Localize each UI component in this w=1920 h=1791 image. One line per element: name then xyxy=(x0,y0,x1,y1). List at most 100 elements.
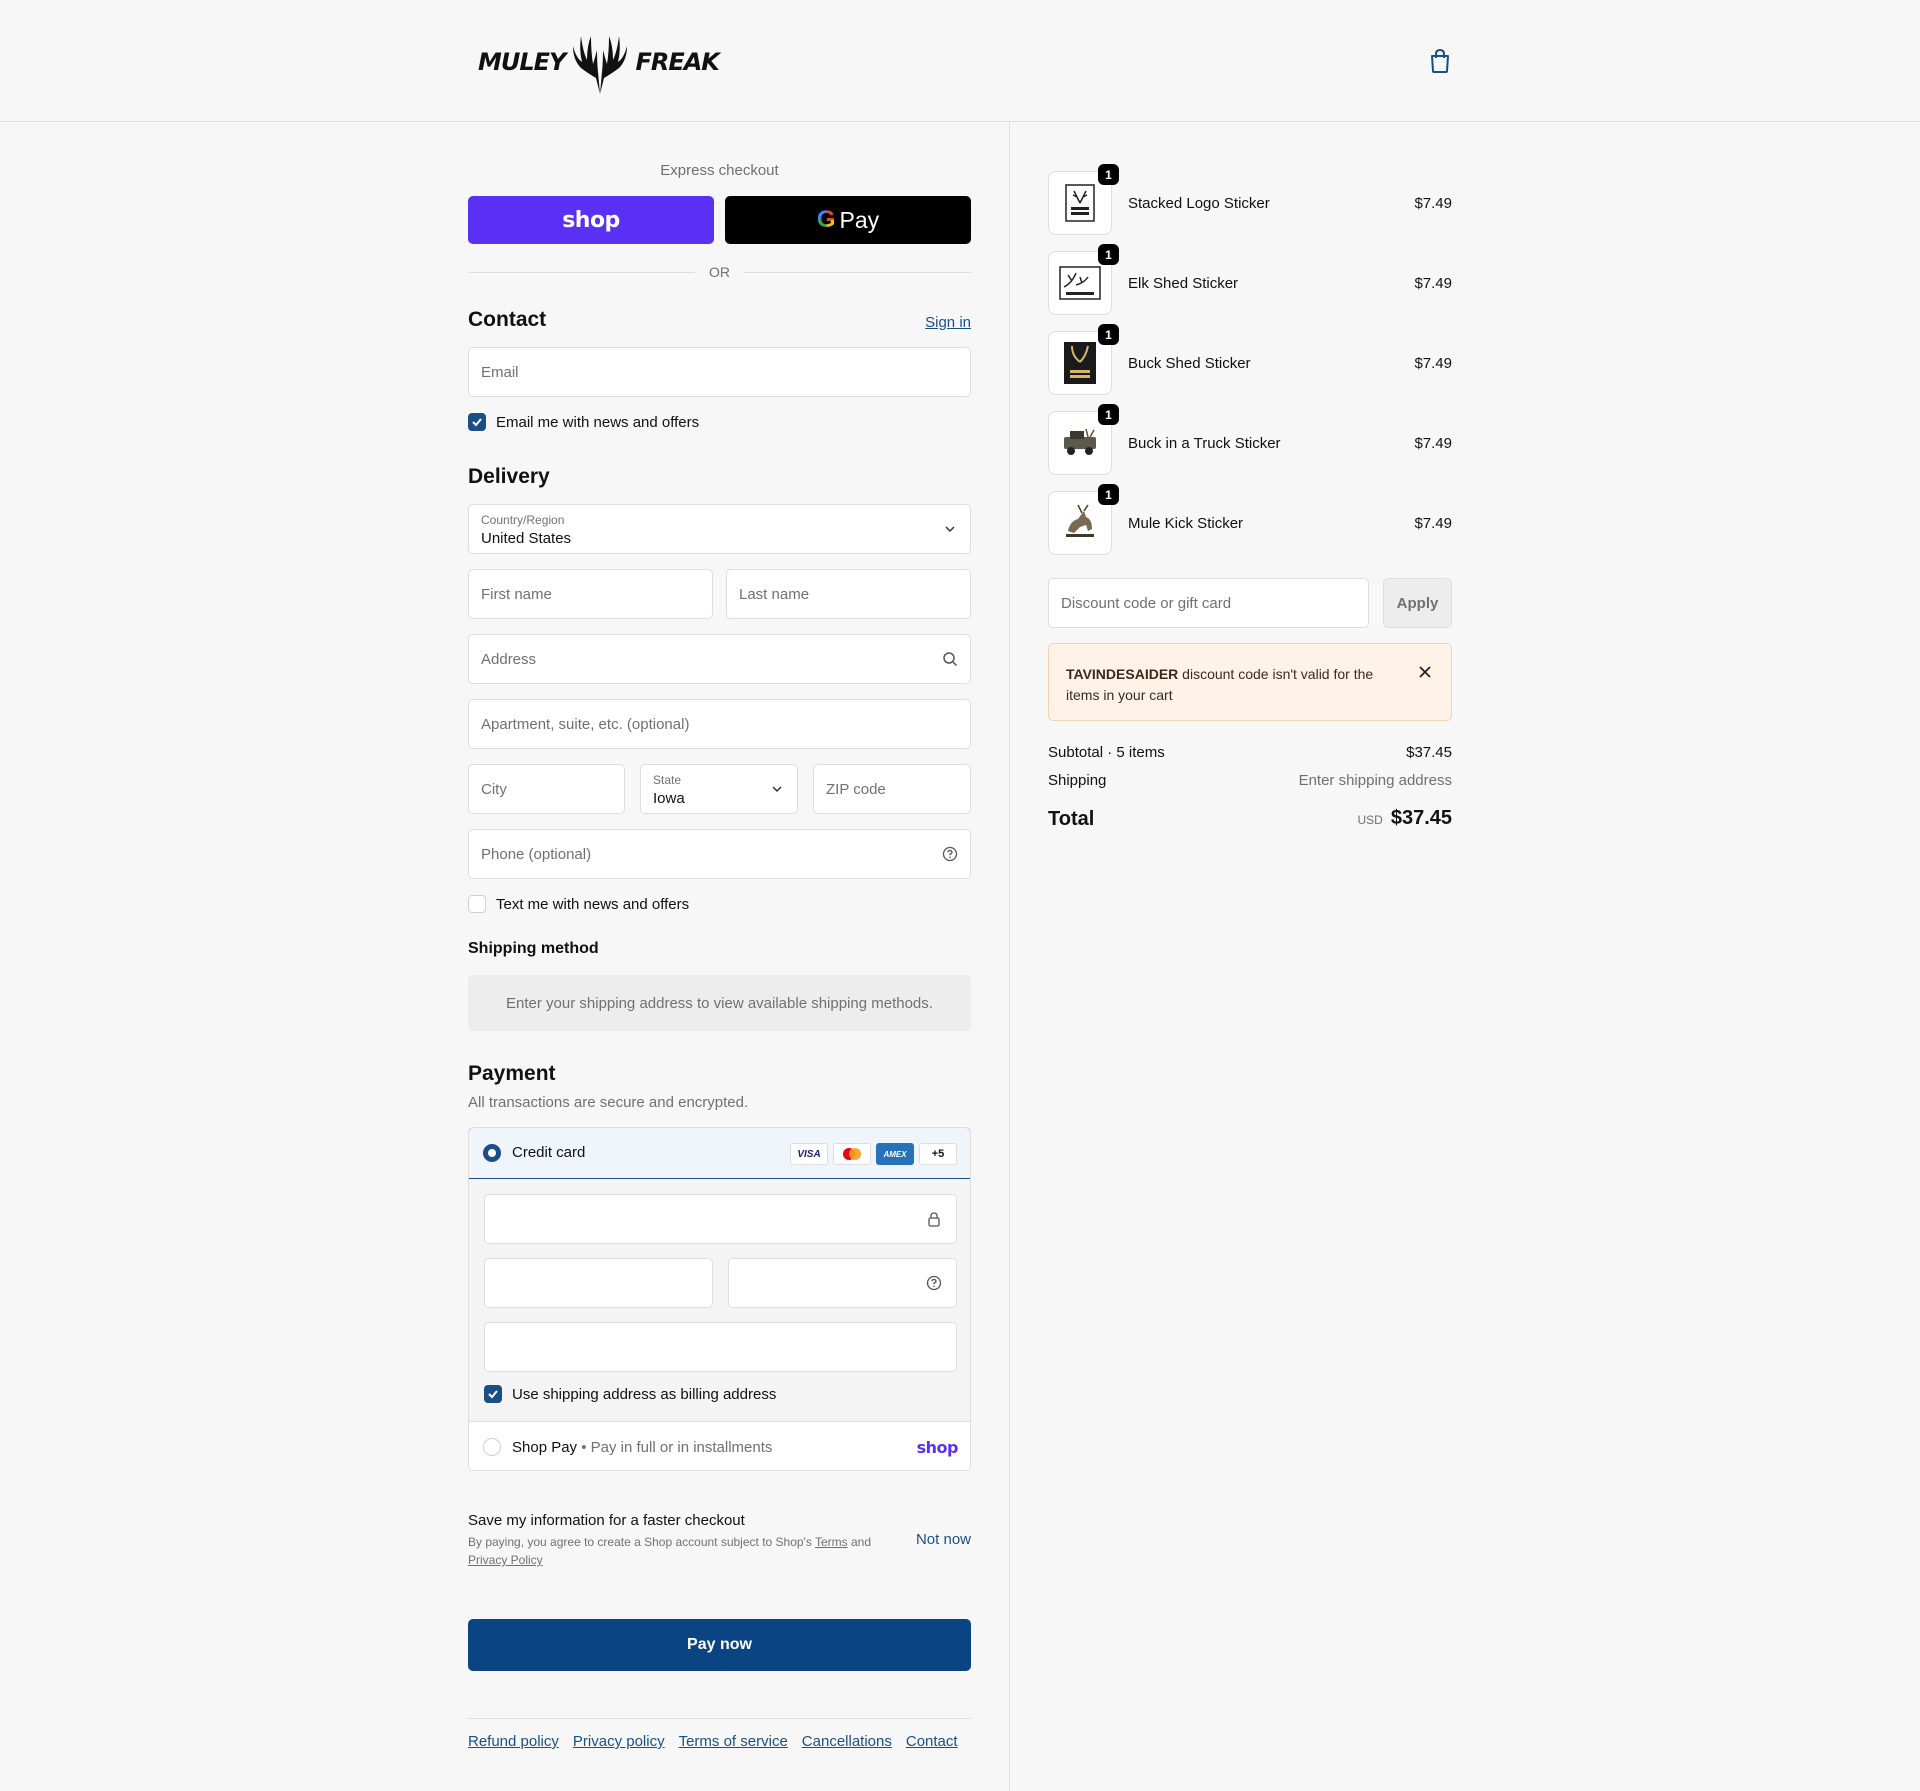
phone-placeholder: Phone (optional) xyxy=(481,846,592,863)
email-field[interactable]: Email xyxy=(468,347,971,397)
help-circle-icon[interactable] xyxy=(926,1275,942,1291)
shop-pay-label: Shop Pay xyxy=(512,1439,578,1456)
checkmark-icon xyxy=(472,418,482,427)
more-cards-label: +5 xyxy=(931,1148,945,1160)
save-info-disclaimer: By paying, you agree to create a Shop ac… xyxy=(468,1533,908,1569)
billing-address-option[interactable]: Use shipping address as billing address xyxy=(484,1385,776,1403)
billing-address-checkbox[interactable] xyxy=(484,1385,502,1403)
shop-pay-express-button[interactable]: shop xyxy=(468,196,714,244)
contact-link[interactable]: Contact xyxy=(906,1733,958,1750)
shipping-method-info: Enter your shipping address to view avai… xyxy=(468,975,971,1031)
zip-code-field[interactable]: ZIP code xyxy=(813,764,971,814)
cart-item: 1 Elk Shed Sticker $7.49 xyxy=(1048,244,1452,315)
country-value: United States xyxy=(481,530,572,547)
state-select[interactable]: State Iowa xyxy=(640,764,798,814)
payment-subtitle: All transactions are secure and encrypte… xyxy=(468,1094,749,1111)
cart-item: 1 Stacked Logo Sticker $7.49 xyxy=(1048,164,1452,235)
payment-methods: Credit card VISA AMEX +5 Use shipping ad… xyxy=(468,1127,971,1471)
state-value: Iowa xyxy=(653,790,685,807)
shipping-value: Enter shipping address xyxy=(1298,772,1452,789)
discount-placeholder: Discount code or gift card xyxy=(1061,595,1232,612)
pay-now-button[interactable]: Pay now xyxy=(468,1619,971,1671)
cart-item: 1 Mule Kick Sticker $7.49 xyxy=(1048,484,1452,555)
shop-pay-option[interactable]: Shop Pay • Pay in full or in installment… xyxy=(469,1421,970,1470)
cart-item: 1 Buck in a Truck Sticker $7.49 xyxy=(1048,404,1452,475)
amex-icon: AMEX xyxy=(876,1143,914,1165)
discount-code-field[interactable]: Discount code or gift card xyxy=(1048,578,1369,628)
or-divider: OR xyxy=(468,262,971,282)
checkmark-icon xyxy=(488,1390,498,1399)
apply-discount-button[interactable]: Apply xyxy=(1383,578,1452,628)
shop-pay-subtitle: Pay in full or in installments xyxy=(590,1439,773,1456)
item-name: Mule Kick Sticker xyxy=(1128,515,1244,532)
security-code-field[interactable] xyxy=(728,1258,957,1308)
item-name: Buck Shed Sticker xyxy=(1128,355,1251,372)
help-circle-icon[interactable] xyxy=(942,846,958,862)
google-pay-label: Pay xyxy=(839,206,880,233)
address-field[interactable]: Address xyxy=(468,634,971,684)
quantity-badge: 1 xyxy=(1098,324,1119,345)
quantity-badge: 1 xyxy=(1098,404,1119,425)
logo-text-left: MULEY xyxy=(478,48,566,76)
currency-code: USD xyxy=(1357,813,1383,827)
express-checkout-title: Express checkout xyxy=(660,162,779,179)
country-label: Country/Region xyxy=(481,513,565,527)
apartment-field[interactable]: Apartment, suite, etc. (optional) xyxy=(468,699,971,749)
item-price: $7.49 xyxy=(1414,515,1452,532)
item-price: $7.49 xyxy=(1414,355,1452,372)
cancellations-link[interactable]: Cancellations xyxy=(802,1733,892,1750)
close-icon[interactable] xyxy=(1417,664,1433,680)
sign-in-link[interactable]: Sign in xyxy=(925,314,971,331)
shipping-method-title: Shipping method xyxy=(468,940,599,957)
city-field[interactable]: City xyxy=(468,764,625,814)
logo[interactable]: MULEY FREAK xyxy=(478,28,734,96)
item-name: Stacked Logo Sticker xyxy=(1128,195,1270,212)
card-number-field[interactable] xyxy=(484,1194,957,1244)
shopping-bag-icon[interactable] xyxy=(1428,48,1452,74)
logo-text-right: FREAK xyxy=(635,48,719,76)
chevron-down-icon xyxy=(945,526,955,533)
save-info-title: Save my information for a faster checkou… xyxy=(468,1512,745,1529)
email-news-option[interactable]: Email me with news and offers xyxy=(468,413,699,431)
country-select[interactable]: Country/Region United States xyxy=(468,504,971,554)
billing-address-label: Use shipping address as billing address xyxy=(512,1385,777,1403)
text-news-option[interactable]: Text me with news and offers xyxy=(468,895,689,913)
text-news-label: Text me with news and offers xyxy=(496,895,690,913)
shop-pay-label: shop xyxy=(562,207,620,233)
first-name-field[interactable]: First name xyxy=(468,569,713,619)
text-news-checkbox[interactable] xyxy=(468,895,486,913)
visa-label: VISA xyxy=(797,1148,821,1160)
shop-pay-logo: shop xyxy=(916,1438,959,1457)
privacy-policy-link[interactable]: Privacy policy xyxy=(573,1733,665,1750)
address-placeholder: Address xyxy=(481,651,537,668)
terms-of-service-link[interactable]: Terms of service xyxy=(679,1733,788,1750)
subtotal-label: Subtotal · 5 items xyxy=(1048,744,1165,761)
email-news-checkbox[interactable] xyxy=(468,413,486,431)
google-pay-button[interactable]: G Pay xyxy=(725,196,971,244)
expiration-date-field[interactable] xyxy=(484,1258,713,1308)
cart-item: 1 Buck Shed Sticker $7.49 xyxy=(1048,324,1452,395)
shop-privacy-link[interactable]: Privacy Policy xyxy=(468,1553,543,1567)
quantity-badge: 1 xyxy=(1098,164,1119,185)
shop-terms-link[interactable]: Terms xyxy=(815,1535,848,1549)
credit-card-option[interactable]: Credit card VISA AMEX +5 xyxy=(469,1128,970,1179)
mastercard-icon xyxy=(833,1143,871,1165)
last-name-field[interactable]: Last name xyxy=(726,569,971,619)
not-now-button[interactable]: Not now xyxy=(916,1531,971,1548)
google-g-icon: G xyxy=(816,206,836,233)
credit-card-radio[interactable] xyxy=(483,1144,501,1162)
alert-message: TAVINDESAIDER discount code isn't valid … xyxy=(1066,664,1406,706)
save-info-text: By paying, you agree to create a Shop ac… xyxy=(468,1535,812,1549)
name-on-card-field[interactable] xyxy=(484,1322,957,1372)
item-name: Elk Shed Sticker xyxy=(1128,275,1239,292)
shop-pay-radio[interactable] xyxy=(483,1438,501,1456)
item-price: $7.49 xyxy=(1414,435,1452,452)
shop-pay-text: Shop Pay • Pay in full or in installment… xyxy=(512,1439,773,1456)
city-placeholder: City xyxy=(481,781,507,798)
refund-policy-link[interactable]: Refund policy xyxy=(468,1733,559,1750)
footer-divider xyxy=(468,1718,971,1719)
discount-code: TAVINDESAIDER xyxy=(1066,666,1179,682)
item-name: Buck in a Truck Sticker xyxy=(1128,435,1281,452)
total-row: Total USD $37.45 xyxy=(1048,807,1452,831)
phone-field[interactable]: Phone (optional) xyxy=(468,829,971,879)
